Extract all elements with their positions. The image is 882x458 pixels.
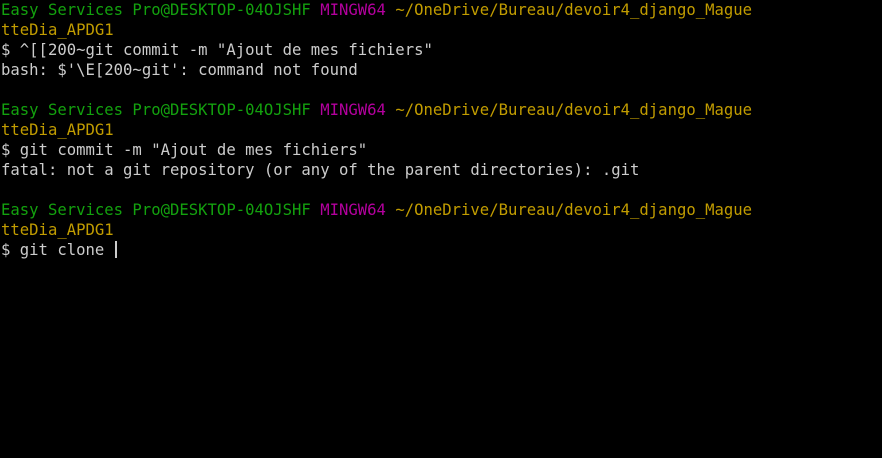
prompt-user-host: Easy Services Pro@DESKTOP-04OJSHF (1, 201, 311, 219)
command-line: $ git commit -m "Ajout de mes fichiers" (1, 141, 368, 159)
prompt-path: ~/OneDrive/Bureau/devoir4_django_Mague (395, 1, 753, 19)
command-output: bash: $'\E[200~git': command not found (1, 61, 358, 79)
prompt-user-host: Easy Services Pro@DESKTOP-04OJSHF (1, 1, 311, 19)
command-line: $ ^[[200~git commit -m "Ajout de mes fic… (1, 41, 433, 59)
command-output: fatal: not a git repository (or any of t… (1, 161, 640, 179)
prompt-system: MINGW64 (320, 1, 386, 19)
text-cursor (114, 241, 117, 258)
command-text: $ git clone (1, 241, 114, 259)
prompt-path: ~/OneDrive/Bureau/devoir4_django_Mague (395, 201, 753, 219)
prompt-system: MINGW64 (320, 201, 386, 219)
active-command-input[interactable]: $ git clone (1, 240, 882, 260)
prompt-line: Easy Services Pro@DESKTOP-04OJSHF MINGW6… (1, 100, 882, 120)
prompt-path-wrap: tteDia_APDG1 (1, 121, 114, 139)
prompt-path-wrap: tteDia_APDG1 (1, 221, 114, 239)
prompt-path-wrap: tteDia_APDG1 (1, 21, 114, 39)
prompt-path: ~/OneDrive/Bureau/devoir4_django_Mague (395, 101, 753, 119)
prompt-line: Easy Services Pro@DESKTOP-04OJSHF MINGW6… (1, 0, 882, 20)
terminal-window[interactable]: Easy Services Pro@DESKTOP-04OJSHF MINGW6… (0, 0, 882, 458)
prompt-system: MINGW64 (320, 101, 386, 119)
prompt-line: Easy Services Pro@DESKTOP-04OJSHF MINGW6… (1, 200, 882, 220)
prompt-user-host: Easy Services Pro@DESKTOP-04OJSHF (1, 101, 311, 119)
